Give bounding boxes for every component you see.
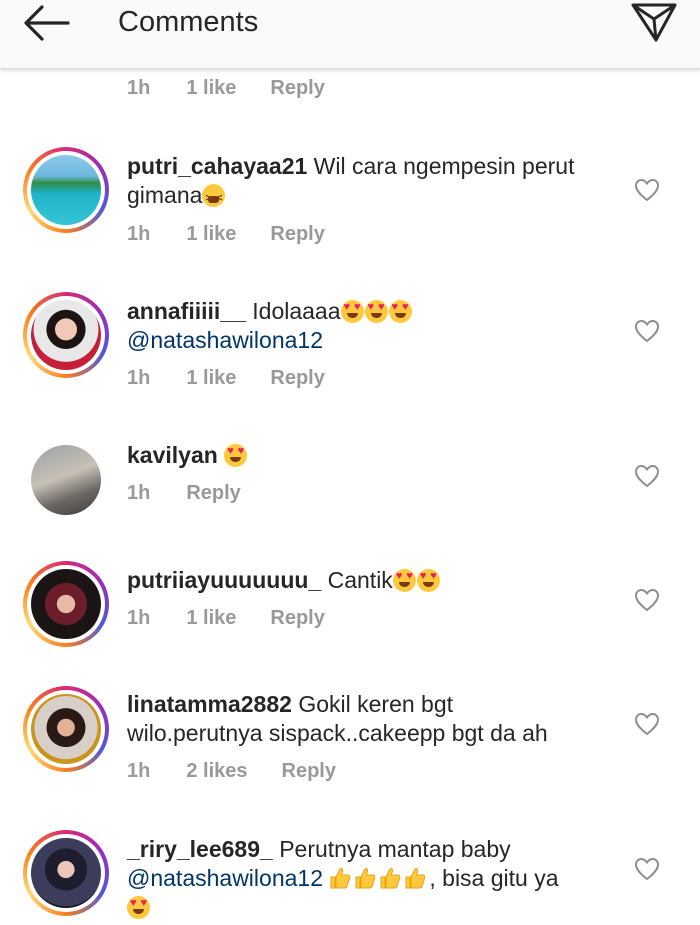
- tired-face-emoji: [202, 184, 226, 213]
- avatar[interactable]: [23, 830, 109, 916]
- mention-link[interactable]: @natashawilona12: [127, 865, 323, 891]
- avatar[interactable]: [23, 292, 109, 378]
- heart-eyes-emoji: [392, 569, 416, 592]
- comment-time: 1h: [127, 367, 151, 389]
- heart-eyes-emoji: [224, 444, 248, 467]
- avatar[interactable]: [23, 147, 109, 233]
- comment-body-cont: , bisa gitu ya: [429, 865, 559, 891]
- comment-meta: 1h 1 like Reply: [127, 75, 325, 101]
- comment-likes[interactable]: 2 likes: [186, 758, 247, 784]
- comment-likes[interactable]: 1 like: [186, 221, 236, 247]
- reply-button[interactable]: Reply: [186, 480, 240, 506]
- thumbs-up-emoji: [380, 868, 401, 889]
- comment-meta: 1h 1 like Reply: [127, 365, 325, 391]
- heart-outline-icon[interactable]: [634, 177, 660, 203]
- mention-link[interactable]: @natashawilona12: [127, 327, 323, 353]
- thumbs-up-emoji: [330, 868, 351, 889]
- comment-body: Perutnya mantap baby: [279, 836, 511, 862]
- heart-outline-icon[interactable]: [634, 711, 660, 737]
- avatar[interactable]: [23, 561, 109, 647]
- comment-time: 1h: [127, 77, 151, 99]
- comment-username[interactable]: linatamma2882: [127, 691, 292, 717]
- comment-text: putriiayuuuuuuu_ Cantik: [127, 566, 607, 595]
- comment-username[interactable]: putri_cahayaa21: [127, 153, 307, 179]
- comment-text: putri_cahayaa21 Wil cara ngempesin perut…: [127, 152, 607, 213]
- heart-outline-icon[interactable]: [634, 856, 660, 882]
- comment-username[interactable]: kavilyan: [127, 442, 218, 468]
- comment-body-cont: wilo.perutnya sispack..cakeepp bgt da ah: [127, 720, 548, 746]
- comment-time: 1h: [127, 760, 151, 782]
- comment-likes[interactable]: 1 like: [186, 605, 236, 631]
- avatar[interactable]: [31, 445, 101, 515]
- page-title: Comments: [118, 6, 259, 38]
- heart-outline-icon[interactable]: [634, 463, 660, 489]
- reply-button[interactable]: Reply: [270, 605, 324, 631]
- thumbs-up-emoji: [355, 868, 376, 889]
- comment-text: linatamma2882 Gokil keren bgt wilo.perut…: [127, 690, 607, 748]
- comment-time: 1h: [127, 607, 151, 629]
- comment-meta: 1h 1 like Reply: [127, 221, 325, 247]
- heart-eyes-emoji: [416, 569, 440, 592]
- reply-button[interactable]: Reply: [270, 221, 324, 247]
- heart-eyes-emoji: [340, 300, 364, 323]
- comment-username[interactable]: annafiiiii__: [127, 298, 246, 324]
- back-button[interactable]: [18, 0, 78, 46]
- comment-text: annafiiiii__ Idolaaaa @natashawilona12: [127, 297, 607, 355]
- comment-body-cont: gimana: [127, 182, 203, 208]
- paper-plane-icon: [631, 3, 677, 42]
- avatar[interactable]: [23, 686, 109, 772]
- comment-meta: 1h 1 like Reply: [127, 605, 325, 631]
- comment-body: Idolaaaa: [252, 298, 341, 324]
- comment-meta: 1h 2 likes Reply: [127, 758, 336, 784]
- comment-body: Wil cara ngempesin perut: [313, 153, 575, 179]
- heart-outline-icon[interactable]: [634, 587, 660, 613]
- top-bar: Comments: [0, 0, 700, 69]
- heart-eyes-emoji: [364, 300, 388, 323]
- comment-username[interactable]: putriiayuuuuuuu_: [127, 567, 321, 593]
- comments-list[interactable]: 1h 1 like Reply putri_cahayaa21 Wil cara n…: [0, 69, 700, 925]
- comment-time: 1h: [127, 482, 151, 504]
- comment-username[interactable]: _riry_lee689_: [127, 836, 273, 862]
- comment-time: 1h: [127, 223, 151, 245]
- arrow-left-icon: [24, 5, 70, 41]
- reply-button[interactable]: Reply: [270, 75, 324, 101]
- reply-button[interactable]: Reply: [282, 758, 336, 784]
- comment-likes[interactable]: 1 like: [186, 75, 236, 101]
- comment-meta: 1h Reply: [127, 480, 241, 506]
- comment-likes[interactable]: 1 like: [186, 365, 236, 391]
- reply-button[interactable]: Reply: [270, 365, 324, 391]
- comment-body: Gokil keren bgt: [298, 691, 454, 717]
- comment-text: _riry_lee689_ Perutnya mantap baby @nata…: [127, 835, 607, 922]
- heart-eyes-emoji: [127, 896, 150, 919]
- heart-eyes-emoji: [388, 300, 412, 323]
- heart-outline-icon[interactable]: [634, 318, 660, 344]
- share-button[interactable]: [626, 0, 682, 46]
- comment-text: kavilyan: [127, 441, 607, 470]
- thumbs-up-emoji: [405, 868, 426, 889]
- comment-body: Cantik: [327, 567, 393, 593]
